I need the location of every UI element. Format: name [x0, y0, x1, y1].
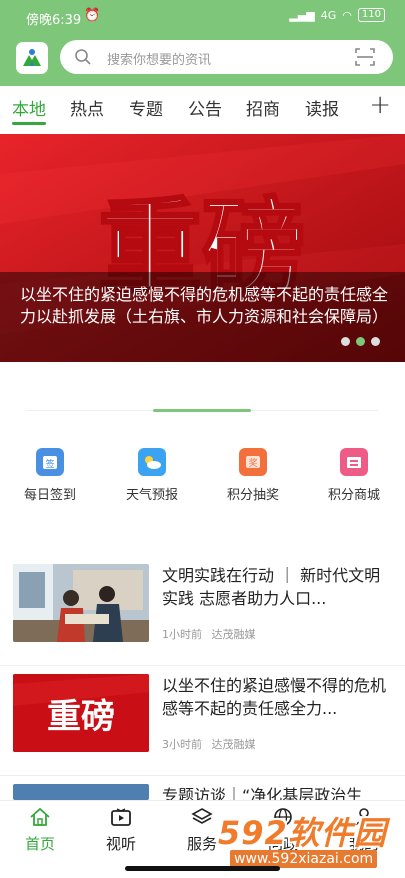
alarm-icon: ⏰	[84, 8, 101, 23]
status-bar: 傍晚6:39 ⏰ ▂▄▆ 4G ◠ 110	[0, 0, 405, 36]
quick-weather[interactable]: 天气预报	[112, 448, 192, 503]
svg-text:重磅: 重磅	[47, 697, 115, 737]
news-item[interactable]: 重磅 以坐不住的紧迫感慢不得的危机感等不起的责任感全力... 3小时前 达茂融媒	[0, 674, 405, 776]
app-logo[interactable]	[16, 42, 48, 74]
carousel-dot[interactable]	[341, 337, 350, 346]
shop-icon	[340, 448, 368, 476]
tab-hot[interactable]: 热点	[70, 95, 104, 120]
tab-newspaper[interactable]: 读报	[305, 95, 339, 120]
quick-label: 积分抽奖	[226, 488, 279, 503]
news-meta: 1小时前 达茂融媒	[162, 626, 256, 642]
quick-shop[interactable]: 积分商城	[314, 448, 394, 503]
quick-daily-sign[interactable]: 签 每日签到	[10, 448, 90, 503]
news-time: 3小时前	[162, 738, 202, 751]
search-placeholder: 搜索你想要的资讯	[107, 53, 212, 68]
network-type: 4G	[320, 8, 337, 22]
banner-caption: 以坐不住的紧迫感慢不得的危机感等不起的责任感全力以赴抓发展（土右旗、市人力资源和…	[20, 285, 389, 326]
carousel-dots[interactable]	[341, 337, 380, 346]
battery-icon: 110	[357, 8, 385, 22]
tab-investment[interactable]: 招商	[246, 95, 280, 120]
home-icon	[30, 807, 50, 826]
news-thumbnail	[13, 784, 149, 800]
layers-icon	[191, 808, 213, 824]
quick-label: 天气预报	[125, 488, 178, 503]
carousel-dot[interactable]	[371, 337, 380, 346]
carousel-dot-active[interactable]	[356, 337, 365, 346]
top-header: 傍晚6:39 ⏰ ▂▄▆ 4G ◠ 110 搜索你想要的资讯	[0, 0, 405, 86]
tab-notice[interactable]: 公告	[188, 95, 222, 120]
section-divider-accent	[153, 409, 251, 412]
calendar-sign-icon: 签	[36, 448, 64, 476]
tab-fade	[352, 86, 366, 130]
quick-label: 每日签到	[23, 488, 76, 503]
add-channel-icon[interactable]: +	[369, 90, 391, 120]
search-bar[interactable]: 搜索你想要的资讯	[60, 40, 393, 74]
news-title: 文明实践在行动 ｜ 新时代文明实践 志愿者助力人口...	[162, 566, 381, 608]
active-tab-indicator	[12, 122, 46, 125]
news-time: 1小时前	[162, 628, 202, 641]
news-separator	[0, 665, 405, 666]
channel-tabs: 本地 热点 专题 公告 招商 读报 +	[0, 86, 405, 130]
news-meta: 3小时前 达茂融媒	[162, 736, 256, 752]
headline-banner[interactable]: 重磅 以坐不住的紧迫感慢不得的危机感等不起的责任感全力以赴抓发展（土右旗、市人力…	[0, 134, 405, 362]
tab-topics[interactable]: 专题	[129, 95, 163, 120]
nav-label: 首页	[24, 835, 55, 853]
news-item[interactable]: 文明实践在行动 ｜ 新时代文明实践 志愿者助力人口... 1小时前 达茂融媒	[0, 564, 405, 666]
weather-icon	[138, 448, 166, 476]
signal-icon: ▂▄▆	[289, 8, 315, 22]
svg-text:签: 签	[45, 458, 54, 470]
news-separator	[0, 775, 405, 776]
news-source: 达茂融媒	[211, 628, 256, 641]
home-indicator[interactable]	[125, 866, 280, 871]
watermark-brand: 592软件园	[218, 814, 387, 852]
wifi-icon: ◠	[342, 8, 352, 22]
tab-local[interactable]: 本地	[12, 95, 46, 120]
news-title: 以坐不住的紧迫感慢不得的危机感等不起的责任感全力...	[162, 676, 387, 718]
nav-media[interactable]: 视听	[91, 807, 151, 854]
search-icon	[75, 49, 91, 65]
site-watermark: 592软件园 www.592xiazai.com	[218, 808, 404, 872]
nav-label: 视听	[105, 835, 136, 853]
quick-label: 积分商城	[327, 488, 380, 503]
news-thumbnail: 重磅	[13, 674, 149, 752]
video-icon	[111, 808, 131, 826]
lottery-icon: 奖	[239, 448, 267, 476]
svg-text:奖: 奖	[248, 457, 257, 469]
news-thumbnail	[13, 564, 149, 642]
news-source: 达茂融媒	[211, 738, 256, 751]
nav-home[interactable]: 首页	[10, 807, 70, 854]
status-time: 傍晚6:39	[26, 13, 82, 28]
quick-lottery[interactable]: 奖 积分抽奖	[213, 448, 293, 503]
status-indicators: ▂▄▆ 4G ◠ 110	[289, 8, 385, 22]
scan-icon[interactable]	[355, 48, 375, 66]
